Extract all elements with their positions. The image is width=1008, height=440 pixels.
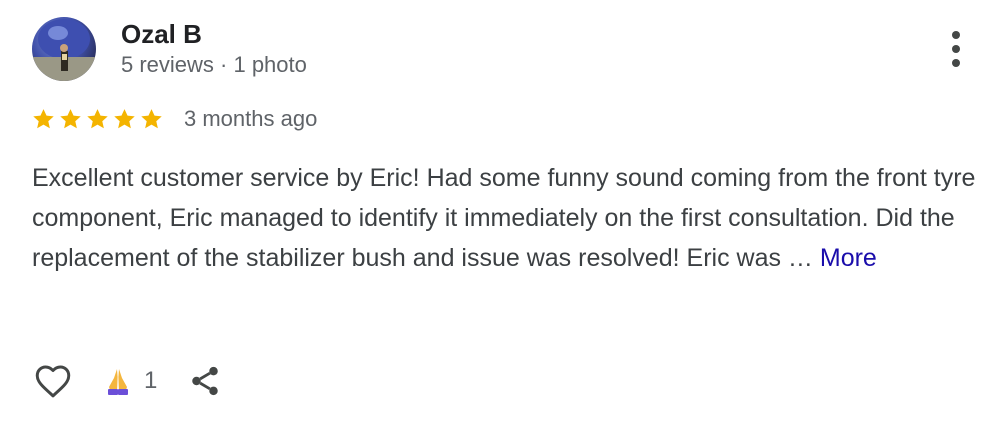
more-vert-icon-dot xyxy=(952,59,960,67)
more-vert-icon-dot xyxy=(952,45,960,53)
heart-outline-icon xyxy=(35,365,71,398)
star-icon xyxy=(141,109,162,129)
share-icon xyxy=(192,366,219,396)
reaction-count: 1 xyxy=(144,367,158,394)
star-rating xyxy=(31,104,164,134)
like-button[interactable] xyxy=(30,358,76,404)
avatar[interactable] xyxy=(32,17,96,81)
more-link[interactable]: More xyxy=(820,244,877,272)
review-date: 3 months ago xyxy=(184,106,318,131)
more-vert-icon-dot xyxy=(952,31,960,39)
reviewer-name[interactable]: Ozal B xyxy=(121,18,202,50)
profile-photo-image xyxy=(32,19,96,81)
star-icon xyxy=(87,109,108,129)
review-actions: 1 xyxy=(30,358,225,404)
share-button[interactable] xyxy=(185,358,225,404)
reviewer-meta: 5 reviews · 1 photo xyxy=(121,52,307,77)
review-card: Ozal B 5 reviews · 1 photo 3 months ago … xyxy=(0,0,1008,440)
star-icon xyxy=(60,109,81,129)
star-icon xyxy=(114,109,135,129)
more-options-button[interactable] xyxy=(935,28,977,70)
star-icon xyxy=(33,109,54,129)
reaction-button[interactable]: 1 xyxy=(102,365,157,397)
folded-hands-emoji-icon xyxy=(108,369,128,395)
review-text: Excellent customer service by Eric! Had … xyxy=(32,158,982,278)
